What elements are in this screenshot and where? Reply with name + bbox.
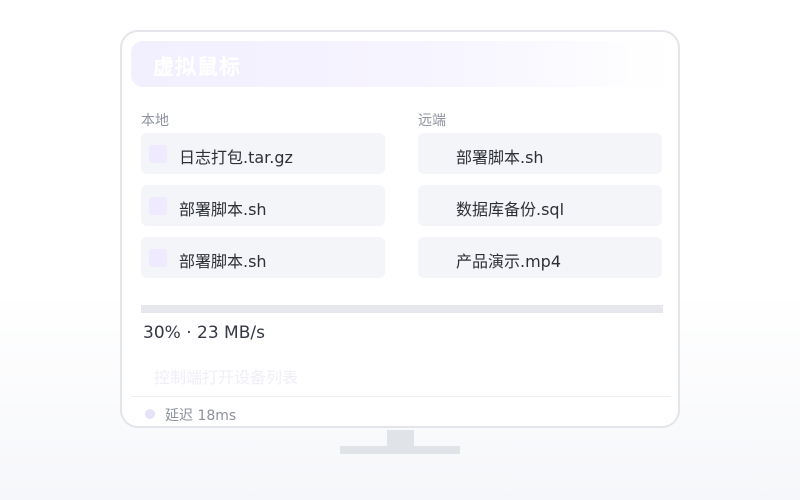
open-device-list-button[interactable]: 控制端打开设备列表 bbox=[154, 364, 298, 388]
remote-file-item[interactable]: 部署脚本.sh bbox=[418, 133, 662, 174]
remote-file-item[interactable]: 产品演示.mp4 bbox=[418, 237, 662, 278]
latency-text: 延迟 18ms bbox=[165, 408, 237, 424]
remote-file-item[interactable]: 数据库备份.sql bbox=[418, 185, 662, 226]
file-square-icon bbox=[149, 145, 167, 163]
local-file-name: 部署脚本.sh bbox=[179, 200, 267, 219]
local-file-item[interactable]: 部署脚本.sh bbox=[141, 185, 385, 226]
local-panel-header: 本地 bbox=[141, 113, 169, 129]
local-file-name: 日志打包.tar.gz bbox=[179, 148, 293, 167]
footer-divider bbox=[131, 396, 671, 397]
app-title: 虚拟鼠标 bbox=[153, 55, 241, 79]
remote-panel-header: 远端 bbox=[418, 113, 446, 129]
latency-status-dot bbox=[145, 409, 155, 419]
transfer-status: 30% · 23 MB/s bbox=[143, 323, 265, 343]
transfer-progress-fill bbox=[141, 305, 298, 313]
monitor-stand-neck bbox=[387, 430, 414, 446]
remote-file-name: 部署脚本.sh bbox=[456, 148, 544, 167]
monitor-frame: 虚拟鼠标 本地 远端 日志打包.tar.gz 部署脚本.sh 部署脚本.sh 部… bbox=[120, 30, 680, 428]
local-file-name: 部署脚本.sh bbox=[179, 252, 267, 271]
title-bar: 虚拟鼠标 bbox=[131, 41, 671, 87]
local-file-item[interactable]: 日志打包.tar.gz bbox=[141, 133, 385, 174]
monitor-stand-base bbox=[340, 446, 460, 454]
transfer-progress-bar bbox=[141, 305, 663, 313]
remote-file-name: 产品演示.mp4 bbox=[456, 252, 562, 271]
local-file-item[interactable]: 部署脚本.sh bbox=[141, 237, 385, 278]
file-square-icon bbox=[149, 197, 167, 215]
file-square-icon bbox=[149, 249, 167, 267]
remote-file-name: 数据库备份.sql bbox=[456, 200, 565, 219]
